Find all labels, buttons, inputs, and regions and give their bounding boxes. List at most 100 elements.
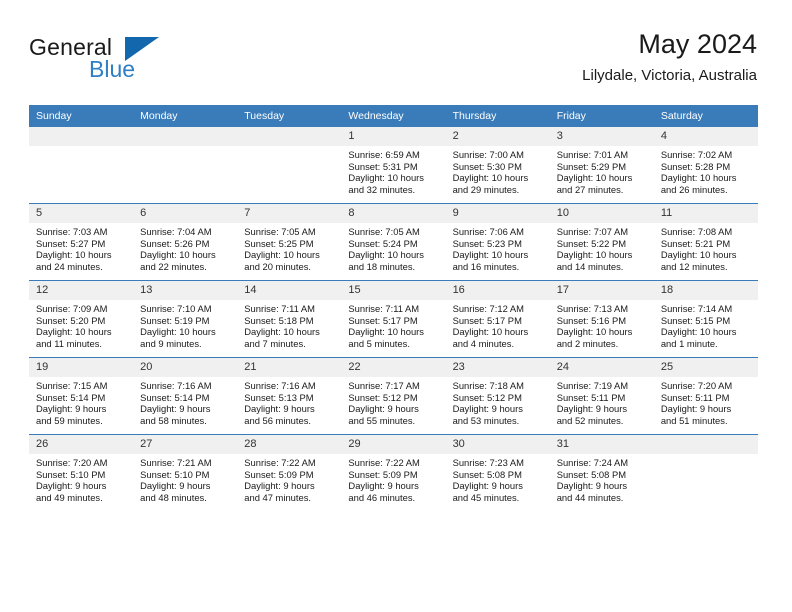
day-number: 31 <box>549 435 654 454</box>
day-cell[interactable]: 6 Sunrise: 7:04 AM Sunset: 5:26 PM Daylight… <box>133 203 238 281</box>
sunset-text: Sunset: 5:08 PM <box>556 468 627 480</box>
daylight-text-line2: and 47 minutes. <box>244 491 311 503</box>
day-number: 1 <box>341 127 446 146</box>
daylight-text-line2: and 12 minutes. <box>660 260 728 272</box>
sunset-text: Sunset: 5:14 PM <box>140 391 210 403</box>
daylight-text-line2: and 1 minute. <box>660 337 718 349</box>
day-cell[interactable]: 18 Sunrise: 7:14 AM Sunset: 5:15 PM Dayligh… <box>653 280 758 358</box>
daylight-text-line2: and 11 minutes. <box>36 337 103 349</box>
day-cell[interactable]: 16 Sunrise: 7:12 AM Sunset: 5:17 PM Dayligh… <box>445 280 550 358</box>
sunset-text: Sunset: 5:26 PM <box>140 237 210 249</box>
day-cell[interactable]: 14 Sunrise: 7:11 AM Sunset: 5:18 PM Dayligh… <box>237 280 342 358</box>
sunset-text: Sunset: 5:21 PM <box>660 237 731 249</box>
day-cell[interactable]: 24 Sunrise: 7:19 AM Sunset: 5:11 PM Dayligh… <box>549 357 654 435</box>
daylight-text-line1: Daylight: 9 hours <box>452 403 523 415</box>
daylight-text-line1: Daylight: 9 hours <box>244 480 315 492</box>
sunrise-text: Sunrise: 7:19 AM <box>556 380 629 391</box>
day-details: Sunrise: 7:02 AM Sunset: 5:28 PM Daylight:… <box>654 146 758 195</box>
day-cell[interactable]: 8 Sunrise: 7:05 AM Sunset: 5:24 PM Daylight… <box>341 203 446 281</box>
weekday-header-friday: Friday <box>549 105 654 127</box>
day-cell[interactable]: 31 Sunrise: 7:24 AM Sunset: 5:08 PM Dayligh… <box>549 434 654 511</box>
day-number: 10 <box>549 204 654 223</box>
daylight-text-line2: and 52 minutes. <box>556 414 624 426</box>
sunrise-text: Sunrise: 6:59 AM <box>348 149 420 160</box>
day-cell[interactable]: 1 Sunrise: 6:59 AM Sunset: 5:31 PM Daylight… <box>341 127 446 204</box>
daylight-text-line1: Daylight: 9 hours <box>348 480 419 492</box>
day-cell-empty <box>237 127 342 204</box>
logo-word-blue: Blue <box>89 56 136 82</box>
daylight-text-line2: and 44 minutes. <box>556 491 624 503</box>
calendar-header-row: Sunday Monday Tuesday Wednesday Thursday… <box>29 105 758 127</box>
day-details: Sunrise: 7:07 AM Sunset: 5:22 PM Daylight:… <box>550 223 654 272</box>
daylight-text-line2: and 29 minutes. <box>452 183 520 195</box>
day-cell[interactable]: 13 Sunrise: 7:10 AM Sunset: 5:19 PM Dayligh… <box>133 280 238 358</box>
day-number: 11 <box>653 204 758 223</box>
daylight-text-line1: Daylight: 9 hours <box>36 403 107 415</box>
day-cell[interactable]: 15 Sunrise: 7:11 AM Sunset: 5:17 PM Dayligh… <box>341 280 446 358</box>
daylight-text-line2: and 16 minutes. <box>452 260 520 272</box>
daylight-text-line1: Daylight: 10 hours <box>660 249 737 261</box>
day-cell[interactable]: 20 Sunrise: 7:16 AM Sunset: 5:14 PM Dayligh… <box>133 357 238 435</box>
sunset-text: Sunset: 5:19 PM <box>140 314 210 326</box>
day-number <box>653 435 758 454</box>
day-details: Sunrise: 7:18 AM Sunset: 5:12 PM Daylight:… <box>446 377 550 426</box>
day-cell[interactable]: 2 Sunrise: 7:00 AM Sunset: 5:30 PM Daylight… <box>445 127 550 204</box>
calendar-week-row: 5 Sunrise: 7:03 AM Sunset: 5:27 PM Daylight… <box>29 203 758 281</box>
day-number: 19 <box>29 358 134 377</box>
daylight-text-line2: and 56 minutes. <box>244 414 311 426</box>
day-cell[interactable]: 25 Sunrise: 7:20 AM Sunset: 5:11 PM Dayligh… <box>653 357 758 435</box>
day-cell[interactable]: 19 Sunrise: 7:15 AM Sunset: 5:14 PM Dayligh… <box>29 357 134 435</box>
day-details: Sunrise: 7:11 AM Sunset: 5:17 PM Daylight:… <box>341 300 445 349</box>
day-number: 26 <box>29 435 134 454</box>
day-cell[interactable]: 11 Sunrise: 7:08 AM Sunset: 5:21 PM Dayligh… <box>653 203 758 281</box>
day-details: Sunrise: 7:19 AM Sunset: 5:11 PM Daylight:… <box>550 377 654 426</box>
day-cell[interactable]: 9 Sunrise: 7:06 AM Sunset: 5:23 PM Daylight… <box>445 203 550 281</box>
sunrise-text: Sunrise: 7:11 AM <box>348 303 420 314</box>
weekday-header-saturday: Saturday <box>653 105 758 127</box>
sunrise-text: Sunrise: 7:12 AM <box>452 303 524 314</box>
day-details: Sunrise: 7:10 AM Sunset: 5:19 PM Daylight:… <box>133 300 237 349</box>
day-cell[interactable]: 27 Sunrise: 7:21 AM Sunset: 5:10 PM Dayligh… <box>133 434 238 511</box>
calendar-week-row: 26 Sunrise: 7:20 AM Sunset: 5:10 PM Dayligh… <box>29 434 758 511</box>
daylight-text-line1: Daylight: 9 hours <box>660 403 732 415</box>
day-cell[interactable]: 5 Sunrise: 7:03 AM Sunset: 5:27 PM Daylight… <box>29 203 134 281</box>
day-cell[interactable]: 23 Sunrise: 7:18 AM Sunset: 5:12 PM Dayligh… <box>445 357 550 435</box>
day-details: Sunrise: 7:20 AM Sunset: 5:11 PM Daylight:… <box>654 377 758 426</box>
day-cell[interactable]: 3 Sunrise: 7:01 AM Sunset: 5:29 PM Daylight… <box>549 127 654 204</box>
daylight-text-line1: Daylight: 10 hours <box>348 249 424 261</box>
general-blue-logo[interactable]: General Blue <box>29 34 249 90</box>
daylight-text-line1: Daylight: 9 hours <box>140 403 211 415</box>
day-number: 25 <box>653 358 758 377</box>
day-cell[interactable]: 22 Sunrise: 7:17 AM Sunset: 5:12 PM Dayligh… <box>341 357 446 435</box>
day-cell[interactable]: 28 Sunrise: 7:22 AM Sunset: 5:09 PM Dayligh… <box>237 434 342 511</box>
day-cell[interactable]: 30 Sunrise: 7:23 AM Sunset: 5:08 PM Dayligh… <box>445 434 550 511</box>
day-cell[interactable]: 10 Sunrise: 7:07 AM Sunset: 5:22 PM Dayligh… <box>549 203 654 281</box>
daylight-text-line2: and 14 minutes. <box>556 260 624 272</box>
day-cell-empty <box>29 127 134 204</box>
sunset-text: Sunset: 5:11 PM <box>556 391 626 403</box>
day-number: 8 <box>341 204 446 223</box>
day-number <box>29 127 134 146</box>
day-number: 30 <box>445 435 550 454</box>
day-cell[interactable]: 7 Sunrise: 7:05 AM Sunset: 5:25 PM Daylight… <box>237 203 342 281</box>
day-number: 13 <box>133 281 238 300</box>
daylight-text-line1: Daylight: 10 hours <box>36 326 112 338</box>
sunrise-text: Sunrise: 7:17 AM <box>348 380 420 391</box>
sunrise-text: Sunrise: 7:16 AM <box>140 380 212 391</box>
day-cell[interactable]: 4 Sunrise: 7:02 AM Sunset: 5:28 PM Daylight… <box>653 127 758 204</box>
daylight-text-line1: Daylight: 10 hours <box>556 326 633 338</box>
day-cell[interactable]: 21 Sunrise: 7:16 AM Sunset: 5:13 PM Dayligh… <box>237 357 342 435</box>
daylight-text-line1: Daylight: 10 hours <box>452 172 529 184</box>
day-number: 9 <box>445 204 550 223</box>
day-cell[interactable]: 29 Sunrise: 7:22 AM Sunset: 5:09 PM Dayligh… <box>341 434 446 511</box>
daylight-text-line1: Daylight: 9 hours <box>244 403 315 415</box>
day-details: Sunrise: 7:01 AM Sunset: 5:29 PM Daylight:… <box>550 146 654 195</box>
sunrise-text: Sunrise: 7:21 AM <box>140 457 212 468</box>
sunrise-text: Sunrise: 7:22 AM <box>348 457 420 468</box>
day-cell[interactable]: 12 Sunrise: 7:09 AM Sunset: 5:20 PM Dayligh… <box>29 280 134 358</box>
sunset-text: Sunset: 5:25 PM <box>244 237 314 249</box>
day-cell[interactable]: 17 Sunrise: 7:13 AM Sunset: 5:16 PM Dayligh… <box>549 280 654 358</box>
day-number: 22 <box>341 358 446 377</box>
daylight-text-line1: Daylight: 9 hours <box>452 480 523 492</box>
day-cell[interactable]: 26 Sunrise: 7:20 AM Sunset: 5:10 PM Dayligh… <box>29 434 134 511</box>
